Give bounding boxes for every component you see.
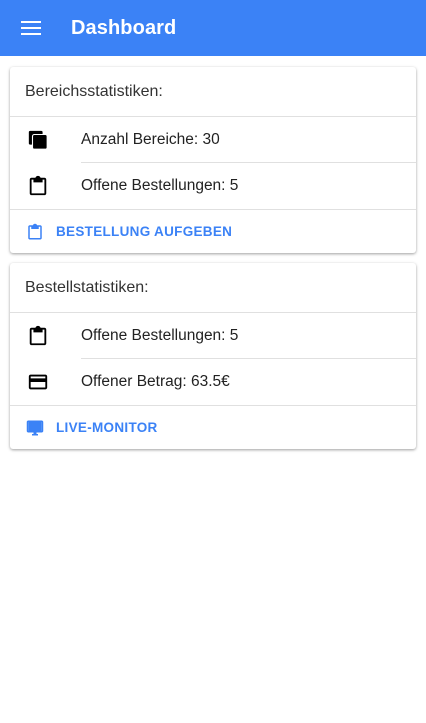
place-order-button[interactable]: BESTELLUNG AUFGEBEN (26, 223, 232, 241)
list-item-open-amount: Offener Betrag: 63.5€ (10, 359, 416, 405)
list-item-open-orders: Offene Bestellungen: 5 (10, 163, 416, 209)
open-orders-label: Offene Bestellungen: 5 (81, 327, 239, 344)
list-item-open-orders: Offene Bestellungen: 5 (10, 313, 416, 359)
live-monitor-label: LIVE-MONITOR (56, 420, 158, 435)
open-orders-label: Offene Bestellungen: 5 (81, 177, 239, 194)
menu-icon[interactable] (21, 21, 41, 35)
order-stats-card: Bestellstatistiken: Offene Bestellungen:… (10, 263, 416, 449)
open-amount-label: Offener Betrag: 63.5€ (81, 373, 230, 390)
area-stats-heading: Bereichsstatistiken: (10, 67, 416, 117)
app-bar: Dashboard (0, 0, 426, 56)
area-stats-list: Anzahl Bereiche: 30 Offene Bestellungen:… (10, 117, 416, 209)
order-stats-list: Offene Bestellungen: 5 Offener Betrag: 6… (10, 313, 416, 405)
clipboard-icon (27, 325, 49, 347)
place-order-label: BESTELLUNG AUFGEBEN (56, 224, 233, 239)
live-monitor-button[interactable]: LIVE-MONITOR (26, 419, 158, 437)
layers-icon (27, 129, 49, 151)
monitor-icon (26, 419, 44, 437)
area-stats-card: Bereichsstatistiken: Anzahl Bereiche: 30… (10, 67, 416, 253)
clipboard-icon (26, 223, 44, 241)
area-count-label: Anzahl Bereiche: 30 (81, 131, 220, 148)
order-stats-actions: LIVE-MONITOR (10, 405, 416, 449)
credit-card-icon (27, 371, 49, 393)
area-stats-actions: BESTELLUNG AUFGEBEN (10, 209, 416, 253)
list-item-area-count: Anzahl Bereiche: 30 (10, 117, 416, 163)
order-stats-heading: Bestellstatistiken: (10, 263, 416, 313)
page-title: Dashboard (71, 16, 177, 39)
clipboard-icon (27, 175, 49, 197)
